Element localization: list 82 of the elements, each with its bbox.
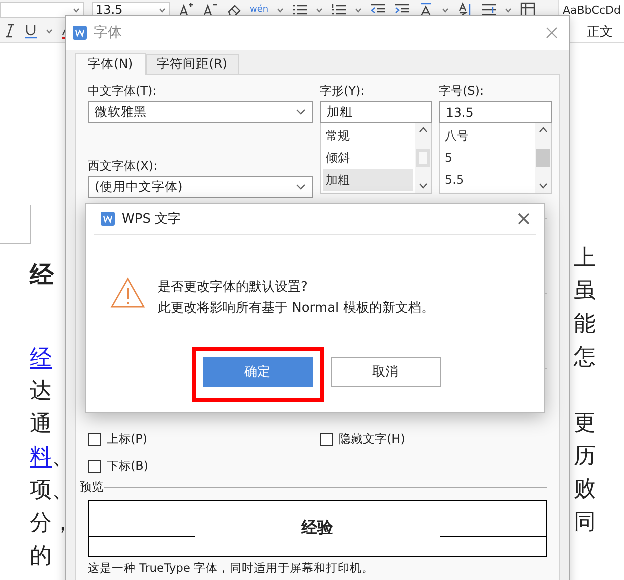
document-text: 项、 <box>30 478 74 503</box>
list-option[interactable]: 常规 <box>323 125 413 147</box>
font-style-field[interactable]: 加粗 <box>320 101 432 123</box>
caret-icon[interactable] <box>442 8 449 12</box>
chevron-down-icon[interactable] <box>296 184 306 190</box>
chevron-down-icon[interactable] <box>296 109 306 115</box>
document-text: 达 <box>30 379 52 404</box>
checkbox-label: 上标(P) <box>107 431 148 448</box>
document-heading: 经 <box>30 260 54 291</box>
scroll-up-icon[interactable] <box>538 127 548 133</box>
message-text: 此更改将影响所有基于 Normal 模板的新文档。 <box>158 300 434 318</box>
document-text: 能 <box>574 311 597 339</box>
list-option[interactable]: 倾斜 <box>323 147 413 169</box>
preview-text: 经验 <box>302 518 334 539</box>
style-name: 正文 <box>587 24 614 41</box>
checkbox[interactable] <box>88 433 101 446</box>
checkbox[interactable] <box>320 433 333 446</box>
scroll-down-icon[interactable] <box>538 183 548 189</box>
message-text: 是否更改字体的默认设置? <box>158 279 309 297</box>
bullet-list-icon[interactable] <box>292 3 308 17</box>
document-text: 同 <box>574 509 597 537</box>
app-icon <box>72 25 88 41</box>
app-icon <box>100 211 116 227</box>
caret-icon[interactable] <box>73 8 80 12</box>
field-label: 西文字体(X): <box>88 158 159 175</box>
scrollbar[interactable] <box>535 123 551 193</box>
document-text: 败 <box>574 476 597 504</box>
caret-icon[interactable] <box>159 8 166 12</box>
scrollbar[interactable] <box>415 123 431 193</box>
numbered-list-icon[interactable] <box>330 3 347 17</box>
shrink-font-icon[interactable] <box>202 2 218 18</box>
style-preview: AaBbCcDd <box>563 4 622 17</box>
document-text: 虽 <box>574 278 597 306</box>
western-font-dropdown[interactable]: (使用中文字体) <box>88 176 313 198</box>
document-text: 更 <box>574 410 597 438</box>
phonetic-guide-button[interactable]: wén <box>250 6 269 14</box>
tab[interactable]: 字体(N) <box>75 53 146 75</box>
window-title: 字体 <box>94 24 123 42</box>
caret-icon[interactable] <box>354 8 362 12</box>
checkbox-label: 隐藏文字(H) <box>339 431 406 448</box>
list-option[interactable]: 八号 <box>442 125 533 147</box>
document-text: 历 <box>574 443 597 471</box>
link[interactable]: 经 <box>30 346 52 371</box>
warning-icon <box>110 277 146 309</box>
list-option[interactable]: 5.5 <box>442 169 533 191</box>
grow-font-icon[interactable] <box>178 2 194 18</box>
line-spacing-icon[interactable] <box>480 3 497 17</box>
field-label: 中文字体(T): <box>88 83 158 100</box>
cancel-button[interactable]: 取消 <box>330 357 440 387</box>
caret-icon[interactable] <box>316 8 323 12</box>
scrollbar-thumb[interactable] <box>536 149 550 167</box>
field-label: 字形(Y): <box>320 83 366 100</box>
document-text: 怎 <box>574 344 597 372</box>
page-corner-mark <box>0 205 31 244</box>
document-text: 、 <box>52 445 74 470</box>
checkbox-label: 下标(B) <box>107 458 149 475</box>
document-text: 分， <box>30 511 74 536</box>
document-text: 上 <box>574 245 597 273</box>
caret-icon[interactable] <box>276 8 284 12</box>
close-icon[interactable] <box>545 26 559 40</box>
dialog-title: WPS 文字 <box>122 211 182 228</box>
field-label: 字号(S): <box>439 83 486 100</box>
underline-icon[interactable] <box>24 23 38 39</box>
ok-button[interactable]: 确定 <box>202 357 312 387</box>
section-label: 预览 <box>80 479 104 496</box>
italic-icon[interactable] <box>4 23 16 39</box>
font-size-field[interactable]: 13.5 <box>439 101 552 123</box>
close-icon[interactable] <box>518 213 530 225</box>
scroll-up-icon[interactable] <box>418 127 428 133</box>
font-note: 这是一种 TrueType 字体，同时适用于屏幕和打印机。 <box>88 561 376 575</box>
document-text: 通 <box>30 412 52 437</box>
scroll-down-icon[interactable] <box>418 183 428 189</box>
checkbox[interactable] <box>88 460 101 473</box>
scrollbar-thumb[interactable] <box>416 149 430 167</box>
list-option[interactable]: 5 <box>442 147 533 169</box>
caret-icon[interactable] <box>46 28 53 34</box>
caret-icon[interactable] <box>504 8 512 12</box>
link[interactable]: 料 <box>30 445 52 470</box>
list-option[interactable]: 加粗 <box>323 169 413 191</box>
chinese-font-dropdown[interactable]: 微软雅黑 <box>88 101 313 123</box>
document-text: 的 <box>30 544 52 569</box>
tab[interactable]: 字符间距(R) <box>146 54 239 74</box>
